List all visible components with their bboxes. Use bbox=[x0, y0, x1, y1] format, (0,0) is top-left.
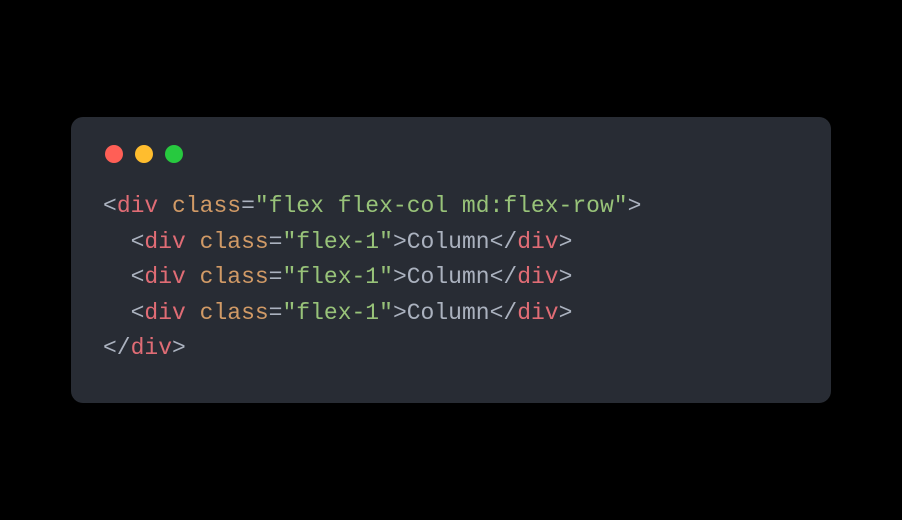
traffic-lights bbox=[103, 145, 799, 163]
code-line: <div class="flex flex-col md:flex-row"> bbox=[103, 189, 799, 225]
minimize-icon bbox=[135, 145, 153, 163]
code-window: <div class="flex flex-col md:flex-row"> … bbox=[71, 117, 831, 403]
code-line: <div class="flex-1">Column</div> bbox=[103, 296, 799, 332]
close-icon bbox=[105, 145, 123, 163]
code-line: </div> bbox=[103, 331, 799, 367]
code-block: <div class="flex flex-col md:flex-row"> … bbox=[103, 189, 799, 367]
maximize-icon bbox=[165, 145, 183, 163]
code-line: <div class="flex-1">Column</div> bbox=[103, 225, 799, 261]
code-line: <div class="flex-1">Column</div> bbox=[103, 260, 799, 296]
